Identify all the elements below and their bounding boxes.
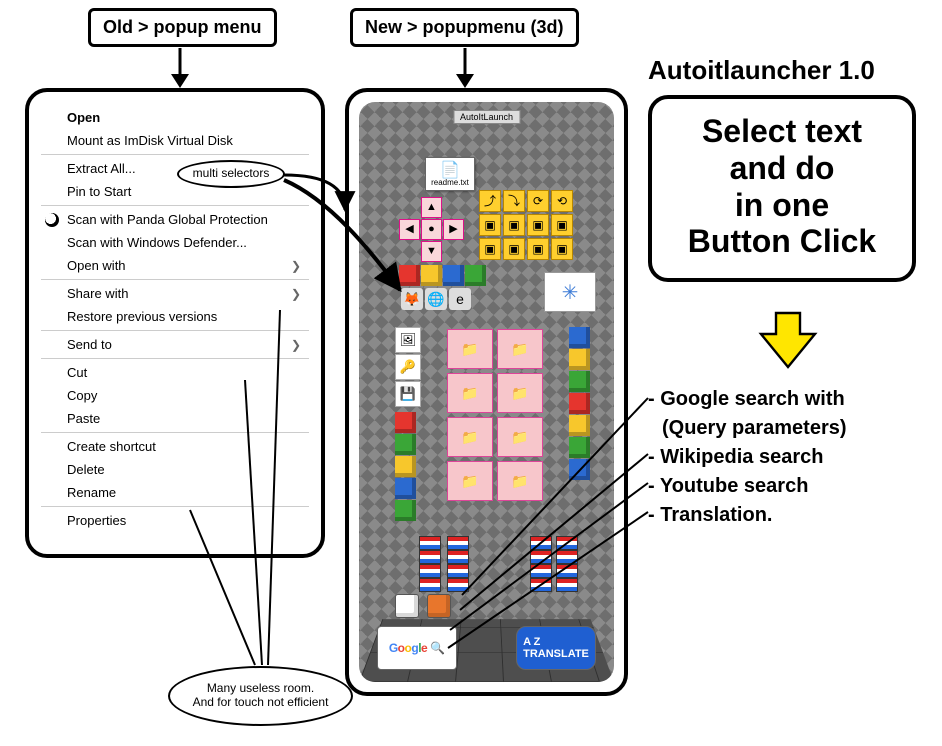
menu-separator bbox=[41, 279, 309, 280]
chevron-right-icon: ❯ bbox=[291, 338, 301, 352]
menu-separator bbox=[41, 205, 309, 206]
menu-separator bbox=[41, 358, 309, 359]
menu-item-open[interactable]: Open bbox=[41, 106, 309, 129]
menu-item-rename[interactable]: Rename bbox=[41, 481, 309, 504]
menu-separator bbox=[41, 432, 309, 433]
callout-useless-room: Many useless room.And for touch not effi… bbox=[168, 666, 353, 726]
translate-card[interactable]: A ZTRANSLATE bbox=[516, 626, 596, 670]
feature-google-sub: (Query parameters) bbox=[648, 414, 847, 443]
menu-item-share-with[interactable]: Share with❯ bbox=[41, 282, 309, 305]
cube-row-top[interactable] bbox=[399, 265, 486, 286]
feature-google: - Google search with bbox=[648, 385, 847, 414]
loading-spinner-card: ✳ bbox=[544, 272, 596, 312]
promo-line: in one bbox=[662, 187, 902, 224]
menu-item-restore-versions[interactable]: Restore previous versions bbox=[41, 305, 309, 328]
feature-list: - Google search with (Query parameters) … bbox=[648, 385, 847, 530]
menu-separator bbox=[41, 154, 309, 155]
dice-white[interactable] bbox=[395, 594, 419, 618]
flag-stack[interactable] bbox=[419, 536, 441, 592]
menu-item-mount-imdisk[interactable]: Mount as ImDisk Virtual Disk bbox=[41, 129, 309, 152]
label-new-popup: New > popupmenu (3d) bbox=[350, 8, 579, 47]
promo-line: and do bbox=[662, 150, 902, 187]
promo-box: Select text and do in one Button Click bbox=[648, 95, 916, 282]
callout-multi-selectors: multi selectors bbox=[177, 160, 285, 188]
arrow-down-icon bbox=[170, 48, 190, 88]
panda-icon bbox=[45, 213, 59, 227]
menu-item-cut[interactable]: Cut bbox=[41, 361, 309, 384]
window-title-3d: AutoItLaunch bbox=[453, 110, 520, 124]
feature-youtube: - Youtube search bbox=[648, 472, 847, 501]
color-cube-stack-left[interactable] bbox=[395, 412, 416, 521]
dpad-control[interactable]: ▲ ◀●▶ ▼ bbox=[399, 197, 464, 262]
app-title: Autoitlauncher 1.0 bbox=[648, 55, 875, 86]
readme-file-card[interactable]: readme.txt bbox=[425, 157, 475, 191]
feature-wikipedia: - Wikipedia search bbox=[648, 443, 847, 472]
browser-icons-row[interactable]: 🦊 🌐 e bbox=[401, 288, 471, 310]
promo-line: Select text bbox=[662, 113, 902, 150]
arrow-down-icon bbox=[455, 48, 475, 88]
color-cube-stack-right[interactable] bbox=[569, 327, 590, 480]
google-logo: Google bbox=[389, 641, 427, 655]
menu-separator bbox=[41, 330, 309, 331]
flag-stack[interactable] bbox=[556, 536, 578, 592]
pink-folder-grid[interactable]: 📁📁 📁📁 📁📁 📁📁 bbox=[447, 329, 543, 501]
label-old-popup: Old > popup menu bbox=[88, 8, 277, 47]
menu-item-copy[interactable]: Copy bbox=[41, 384, 309, 407]
menu-item-properties[interactable]: Properties bbox=[41, 509, 309, 532]
chrome-icon[interactable]: 🌐 bbox=[425, 288, 447, 310]
flag-stack[interactable] bbox=[530, 536, 552, 592]
scene-3d: AutoItLaunch readme.txt ▲ ◀●▶ ▼ ⤴⤵⟳⟲ ▣▣▣… bbox=[359, 102, 614, 682]
menu-item-paste[interactable]: Paste bbox=[41, 407, 309, 430]
menu-item-delete[interactable]: Delete bbox=[41, 458, 309, 481]
menu-item-defender-scan[interactable]: Scan with Windows Defender... bbox=[41, 231, 309, 254]
white-cube-stack-left[interactable]: 🖼🔑💾 bbox=[395, 327, 421, 407]
menu-item-panda-scan[interactable]: Scan with Panda Global Protection bbox=[41, 208, 309, 231]
new-popup-panel: AutoItLaunch readme.txt ▲ ◀●▶ ▼ ⤴⤵⟳⟲ ▣▣▣… bbox=[345, 88, 628, 696]
chevron-right-icon: ❯ bbox=[291, 259, 301, 273]
promo-line: Button Click bbox=[662, 223, 902, 260]
chevron-right-icon: ❯ bbox=[291, 287, 301, 301]
flag-stack[interactable] bbox=[447, 536, 469, 592]
feature-translate: - Translation. bbox=[648, 501, 847, 530]
old-popup-panel: Open Mount as ImDisk Virtual Disk Extrac… bbox=[25, 88, 325, 558]
google-card[interactable]: Google bbox=[377, 626, 457, 670]
menu-separator bbox=[41, 506, 309, 507]
firefox-icon[interactable]: 🦊 bbox=[401, 288, 423, 310]
menu-item-create-shortcut[interactable]: Create shortcut bbox=[41, 435, 309, 458]
yellow-button-grid[interactable]: ⤴⤵⟳⟲ ▣▣▣▣ ▣▣▣▣ bbox=[479, 190, 573, 260]
menu-item-send-to[interactable]: Send to❯ bbox=[41, 333, 309, 356]
menu-item-open-with[interactable]: Open with❯ bbox=[41, 254, 309, 277]
big-yellow-arrow-icon bbox=[758, 310, 818, 370]
dice-orange[interactable] bbox=[427, 594, 451, 618]
ie-icon[interactable]: e bbox=[449, 288, 471, 310]
